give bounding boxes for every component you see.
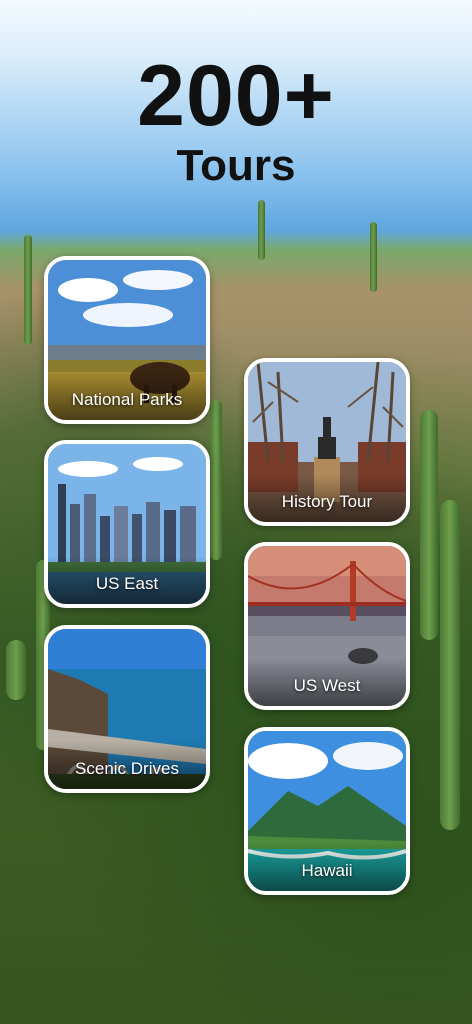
cactus-decoration [370,222,377,292]
tour-card-hawaii[interactable]: Hawaii [244,727,410,895]
tour-card-us-east[interactable]: US East [44,440,210,608]
cactus-decoration [420,410,438,640]
tour-count-heading: 200+ [137,48,335,144]
cactus-decoration [210,400,222,560]
tour-card-scenic-drives[interactable]: Scenic Drives [44,625,210,793]
tours-subtitle: Tours [176,141,296,190]
cactus-decoration [6,640,26,700]
tour-card-label: National Parks [71,390,183,409]
cactus-decoration [24,235,32,345]
tour-card-label: US East [95,574,159,593]
tour-card-us-west[interactable]: US West [244,542,410,710]
tour-card-label: History Tour [281,492,373,511]
tour-card-label: US West [293,676,361,695]
cactus-decoration [258,200,265,260]
tour-card-national-parks[interactable]: National Parks [44,256,210,424]
tour-card-label: Hawaii [301,861,353,880]
cactus-decoration [440,500,460,830]
tour-card-history-tour[interactable]: History Tour [244,358,410,526]
tour-card-label: Scenic Drives [75,759,179,778]
